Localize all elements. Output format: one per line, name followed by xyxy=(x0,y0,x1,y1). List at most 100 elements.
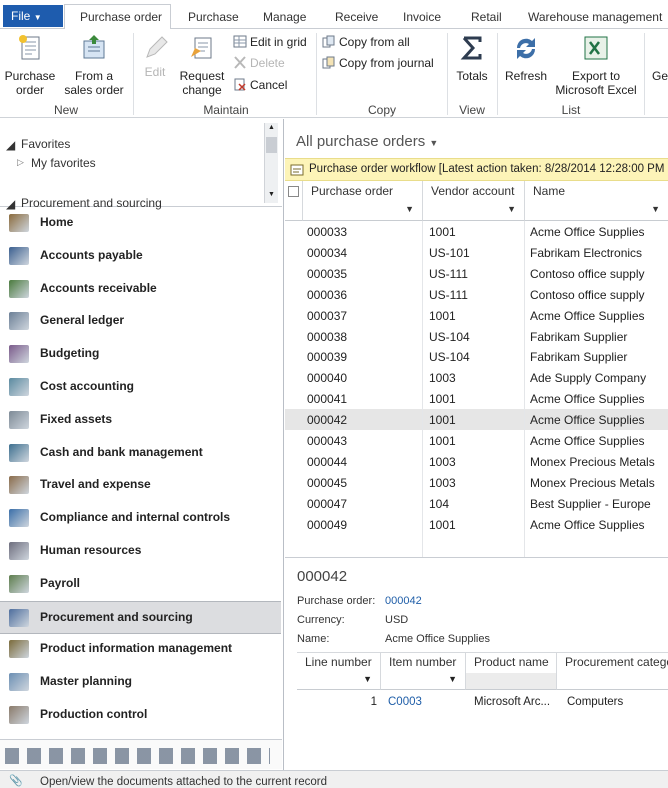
request-change-label: Request change xyxy=(179,69,225,97)
refresh-button[interactable]: Refresh xyxy=(503,33,549,83)
column-header-item-number[interactable]: Item number xyxy=(381,652,466,673)
nav-module-cash-and-bank-management[interactable]: Cash and bank management xyxy=(0,437,281,470)
tab-retail[interactable]: Retail xyxy=(471,10,502,24)
table-row[interactable]: 000038 US-104 Fabrikam Supplier xyxy=(285,326,668,347)
table-row[interactable]: 000034 US-101 Fabrikam Electronics xyxy=(285,242,668,263)
tab-manage[interactable]: Manage xyxy=(263,10,306,24)
cancel-button[interactable]: Cancel xyxy=(233,78,287,92)
item-number-link[interactable]: C0003 xyxy=(388,696,422,708)
column-header-purchase-order[interactable]: Purchase order xyxy=(303,181,423,203)
line-number-cell[interactable]: 1 xyxy=(297,696,377,708)
table-row[interactable]: 000043 1001 Acme Office Supplies xyxy=(285,430,668,451)
edit-button[interactable]: Edit xyxy=(138,33,172,83)
nav-module-master-planning[interactable]: Master planning xyxy=(0,666,281,699)
table-row[interactable]: 000036 US-111 Contoso office supply xyxy=(285,284,668,305)
vendor-name-cell: Acme Office Supplies xyxy=(530,225,645,239)
tab-warehouse-management[interactable]: Warehouse management xyxy=(528,10,662,24)
delete-label: Delete xyxy=(250,56,285,70)
table-row[interactable]: 000039 US-104 Fabrikam Supplier xyxy=(285,346,668,367)
scroll-down-icon[interactable]: ▼ xyxy=(268,191,275,198)
totals-button[interactable]: Totals xyxy=(451,33,493,83)
table-row[interactable]: 000040 1003 Ade Supply Company xyxy=(285,367,668,388)
file-menu-button[interactable]: File ▼ xyxy=(3,5,63,27)
table-row[interactable]: 000049 1001 Acme Office Supplies xyxy=(285,514,668,535)
from-sales-order-button[interactable]: From a sales order xyxy=(60,33,128,97)
filter-item-number[interactable]: ▼ xyxy=(381,673,466,690)
column-line xyxy=(524,221,525,557)
table-row[interactable]: 000047 104 Best Supplier - Europe xyxy=(285,493,668,514)
request-change-button[interactable]: Request change xyxy=(176,33,228,97)
select-all-checkbox[interactable] xyxy=(288,186,299,197)
table-row[interactable]: 000042 1001 Acme Office Supplies xyxy=(285,409,668,431)
nav-module-payroll[interactable]: Payroll xyxy=(0,568,281,601)
edit-in-grid-button[interactable]: Edit in grid xyxy=(233,35,307,49)
column-header-line-number[interactable]: Line number xyxy=(297,652,381,673)
export-to-excel-button[interactable]: Export to Microsoft Excel xyxy=(553,33,639,97)
copy-from-journal-button[interactable]: Copy from journal xyxy=(322,56,434,70)
purchase-order-button[interactable]: Purchase order xyxy=(4,33,56,97)
module-label: General ledger xyxy=(40,313,125,328)
column-header-product-name[interactable]: Product name xyxy=(466,652,557,673)
module-label: Production control xyxy=(40,707,148,721)
tab-purchase[interactable]: Purchase xyxy=(188,10,239,24)
table-row[interactable]: 000045 1003 Monex Precious Metals xyxy=(285,472,668,493)
nav-module-production-control[interactable]: Production control xyxy=(0,699,281,732)
delete-button[interactable]: Delete xyxy=(233,56,285,70)
table-row[interactable]: 000033 1001 Acme Office Supplies xyxy=(285,221,668,242)
nav-module-fixed-assets[interactable]: Fixed assets xyxy=(0,404,281,437)
vendor-account-cell: US-111 xyxy=(429,266,468,281)
nav-module-accounts-receivable[interactable]: Accounts receivable xyxy=(0,273,281,306)
filter-purchase-order[interactable]: ▼ xyxy=(303,203,423,221)
table-row[interactable]: 000035 US-111 Contoso office supply xyxy=(285,263,668,284)
list-title[interactable]: All purchase orders ▼ xyxy=(296,133,438,150)
module-icon xyxy=(9,345,29,364)
my-favorites-item[interactable]: My favorites xyxy=(31,156,96,170)
nav-module-cost-accounting[interactable]: Cost accounting xyxy=(0,371,281,404)
filter-procurement-category[interactable] xyxy=(557,673,668,690)
vendor-account-cell: 1001 xyxy=(429,434,456,448)
filter-line-number[interactable]: ▼ xyxy=(297,673,381,690)
table-row[interactable]: 000044 1003 Monex Precious Metals xyxy=(285,451,668,472)
tab-purchase-order[interactable]: Purchase order xyxy=(80,10,162,24)
filter-caret-icon: ▼ xyxy=(507,204,516,214)
procurement-category-cell[interactable]: Computers xyxy=(567,696,623,708)
tab-receive[interactable]: Receive xyxy=(335,10,378,24)
nav-module-human-resources[interactable]: Human resources xyxy=(0,535,281,568)
next-ribbon-button-cut[interactable]: Ge xyxy=(652,69,668,83)
select-all-cell[interactable] xyxy=(285,181,303,203)
workflow-bar[interactable]: Purchase order workflow [Latest action t… xyxy=(285,158,668,181)
column-header-name[interactable]: Name xyxy=(525,181,668,203)
currency-value: USD xyxy=(385,614,409,626)
column-header-procurement-category[interactable]: Procurement category xyxy=(557,652,668,673)
nav-module-travel-and-expense[interactable]: Travel and expense xyxy=(0,469,281,502)
filter-vendor-account[interactable]: ▼ xyxy=(423,203,525,221)
filter-product-name[interactable] xyxy=(466,673,557,690)
module-label: Travel and expense xyxy=(40,477,151,492)
tab-invoice[interactable]: Invoice xyxy=(403,10,441,24)
nav-module-procurement-and-sourcing[interactable]: Procurement and sourcing xyxy=(0,600,281,634)
favorites-scrollbar[interactable]: ▲ ▼ xyxy=(264,123,278,203)
nav-module-budgeting[interactable]: Budgeting xyxy=(0,338,281,371)
copy-from-all-button[interactable]: Copy from all xyxy=(322,35,410,49)
nav-module-accounts-payable[interactable]: Accounts payable xyxy=(0,240,281,273)
attachment-icon[interactable]: 📎 xyxy=(9,774,23,787)
nav-module-general-ledger[interactable]: General ledger xyxy=(0,305,281,338)
collapse-arrow-icon[interactable]: ◢ xyxy=(6,138,15,152)
list-page: All purchase orders ▼ Purchase order wor… xyxy=(285,119,668,770)
po-number-cell: 000037 xyxy=(307,308,348,323)
nav-module-compliance-and-internal-controls[interactable]: Compliance and internal controls xyxy=(0,502,281,535)
table-row[interactable]: 000041 1001 Acme Office Supplies xyxy=(285,388,668,409)
nav-module-home[interactable]: Home xyxy=(0,207,281,240)
product-name-cell[interactable]: Microsoft Arc... xyxy=(474,696,550,708)
table-row[interactable]: 000037 1001 Acme Office Supplies xyxy=(285,305,668,326)
filter-name[interactable]: ▼ xyxy=(525,203,668,221)
column-header-vendor-account[interactable]: Vendor account xyxy=(423,181,525,203)
po-value-link[interactable]: 000042 xyxy=(385,595,422,607)
vendor-name-cell: Acme Office Supplies xyxy=(530,434,645,448)
module-shortcut-icons[interactable] xyxy=(5,748,270,764)
nav-module-product-information-management[interactable]: Product information management xyxy=(0,633,281,666)
expand-arrow-icon[interactable]: ▷ xyxy=(17,157,24,168)
scroll-up-icon[interactable]: ▲ xyxy=(268,124,275,131)
favorites-header[interactable]: Favorites xyxy=(21,137,70,151)
scroll-thumb[interactable] xyxy=(266,137,277,153)
